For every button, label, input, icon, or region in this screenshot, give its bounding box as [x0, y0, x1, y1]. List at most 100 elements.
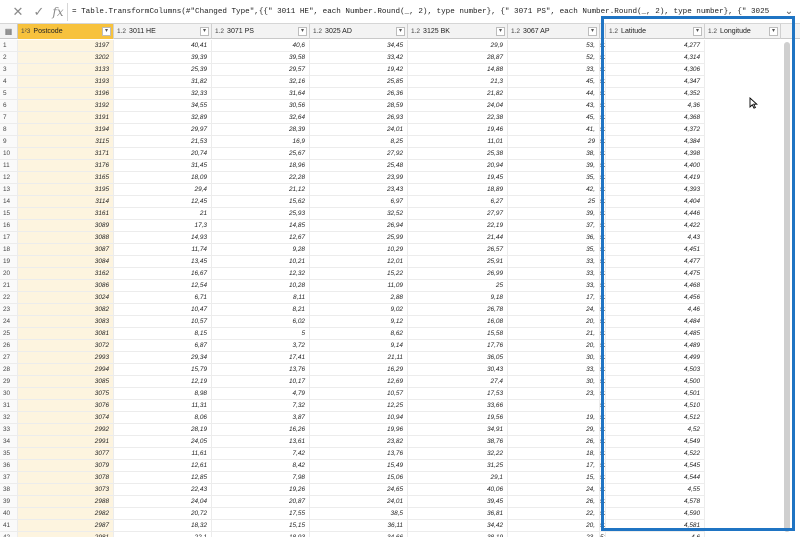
table-row[interactable]: 4319331,8232,1625,8521,345,51,870079044,…	[0, 76, 800, 88]
expand-formula-icon[interactable]: ⌄	[782, 4, 796, 20]
table-row[interactable]: 6319234,5530,5628,5924,0443,51,853748324…	[0, 100, 800, 112]
table-cell[interactable]: 3087	[18, 244, 114, 256]
table-cell[interactable]: 4,46	[606, 304, 705, 316]
table-cell[interactable]: 2994	[18, 364, 114, 376]
table-cell[interactable]: 12,67	[212, 232, 310, 244]
table-row[interactable]: 33299228,1916,2619,9634,9129,51,84875874…	[0, 424, 800, 436]
table-cell[interactable]: 19,	[508, 412, 600, 424]
table-cell[interactable]: 6,71	[114, 292, 212, 304]
table-cell[interactable]: 24,01	[310, 124, 408, 136]
table-row[interactable]: 40298220,7217,5538,536,8122,51,875625614…	[0, 508, 800, 520]
table-cell[interactable]: 18,09	[114, 172, 212, 184]
table-cell[interactable]: 15,06	[310, 472, 408, 484]
table-cell[interactable]: 3197	[18, 40, 114, 52]
table-cell[interactable]: 33,66	[408, 400, 508, 412]
table-cell[interactable]: 8,15	[114, 328, 212, 340]
table-cell[interactable]: 25	[508, 196, 600, 208]
table-cell[interactable]: 23,43	[310, 184, 408, 196]
table-cell[interactable]: 4,398	[606, 148, 705, 160]
table-cell[interactable]: 34,91	[408, 424, 508, 436]
table-cell[interactable]: 6,87	[114, 340, 212, 352]
table-row[interactable]: 37307812,857,9815,0629,115,51,891551974,…	[0, 472, 800, 484]
table-cell[interactable]: 25,38	[408, 148, 508, 160]
table-cell[interactable]: 4,512	[606, 412, 705, 424]
table-cell[interactable]: 13,76	[310, 448, 408, 460]
table-cell[interactable]: 30,43	[408, 364, 508, 376]
table-cell[interactable]: 13,76	[212, 364, 310, 376]
table-cell[interactable]: 26,78	[408, 304, 508, 316]
table-cell[interactable]: 4,581	[606, 520, 705, 532]
table-cell[interactable]: 2988	[18, 496, 114, 508]
table-cell[interactable]: 5	[212, 328, 310, 340]
table-cell[interactable]: 3194	[18, 124, 114, 136]
table-cell[interactable]: 29,1	[408, 472, 508, 484]
table-cell[interactable]: 6,27	[408, 196, 508, 208]
table-cell[interactable]: 39,58	[212, 52, 310, 64]
table-cell[interactable]: 28,59	[310, 100, 408, 112]
column-header[interactable]: 1.2 3125 BK ▾	[408, 24, 508, 39]
table-cell[interactable]: 3081	[18, 328, 114, 340]
table-cell[interactable]: 8,21	[212, 304, 310, 316]
table-row[interactable]: 36307912,618,4215,4931,2517,51,881085374…	[0, 460, 800, 472]
table-cell[interactable]: 10,21	[212, 256, 310, 268]
table-cell[interactable]: 4,404	[606, 196, 705, 208]
table-cell[interactable]: 14,85	[212, 220, 310, 232]
table-cell[interactable]: 24,65	[310, 484, 408, 496]
table-cell[interactable]: 17,3	[114, 220, 212, 232]
table-row[interactable]: 17308814,9312,6725,9921,4436,51,87482834…	[0, 232, 800, 244]
table-cell[interactable]: 9,02	[310, 304, 408, 316]
table-row[interactable]: 3230748,063,8710,9419,5619,51,896110534,…	[0, 412, 800, 424]
table-cell[interactable]: 29,34	[114, 352, 212, 364]
table-cell[interactable]: 4,451	[606, 244, 705, 256]
column-type-icon[interactable]: 1.2	[411, 24, 420, 39]
fx-icon[interactable]: fx	[50, 4, 66, 20]
table-cell[interactable]: 22,28	[212, 172, 310, 184]
table-cell[interactable]: 27,4	[408, 376, 508, 388]
table-cell[interactable]: 6,97	[310, 196, 408, 208]
column-header[interactable]: 1²3 Postcode ▾	[18, 24, 114, 39]
table-cell[interactable]: 24,04	[114, 496, 212, 508]
table-cell[interactable]: 32,16	[212, 76, 310, 88]
table-cell[interactable]: 34,45	[310, 40, 408, 52]
table-cell[interactable]: 17,	[508, 292, 600, 304]
table-row[interactable]: 2630726,873,729,1417,7620,51,903171544,4…	[0, 340, 800, 352]
table-cell[interactable]: 16,9	[212, 136, 310, 148]
table-cell[interactable]: 4,314	[606, 52, 705, 64]
table-cell[interactable]: 4,468	[606, 280, 705, 292]
table-cell[interactable]: 3193	[18, 76, 114, 88]
table-cell[interactable]: 10,47	[114, 304, 212, 316]
table-cell[interactable]: 3192	[18, 100, 114, 112]
table-cell[interactable]: 28,39	[212, 124, 310, 136]
cancel-icon[interactable]: ✕	[10, 4, 26, 20]
table-cell[interactable]: 38,19	[408, 532, 508, 537]
column-type-icon[interactable]: 1.2	[215, 24, 224, 39]
table-cell[interactable]: 26,94	[310, 220, 408, 232]
table-row[interactable]: 2320239,3939,5833,4228,8752,51,860561374…	[0, 52, 800, 64]
table-row[interactable]: 41298718,3215,1536,1134,4220,51,89035127…	[0, 520, 800, 532]
table-cell[interactable]: 21,12	[212, 184, 310, 196]
table-cell[interactable]: 4,590	[606, 508, 705, 520]
table-cell[interactable]: 4,549	[606, 436, 705, 448]
table-cell[interactable]: 33,	[508, 256, 600, 268]
table-cell[interactable]: 23,99	[310, 172, 408, 184]
table-cell[interactable]: 4,510	[606, 400, 705, 412]
table-cell[interactable]: 41,	[508, 124, 600, 136]
table-cell[interactable]: 4,544	[606, 472, 705, 484]
table-cell[interactable]: 10,17	[212, 376, 310, 388]
formula-input[interactable]: = Table.TransformColumns(#"Changed Type"…	[72, 5, 772, 19]
table-row[interactable]: 5319632,3331,6426,3621,8244,51,886901864…	[0, 88, 800, 100]
filter-dropdown-icon[interactable]: ▾	[200, 27, 209, 36]
table-row[interactable]: 11317631,4518,9625,4820,9439,51,86692429…	[0, 160, 800, 172]
table-cell[interactable]: 12,32	[212, 268, 310, 280]
table-cell[interactable]: 44,	[508, 88, 600, 100]
table-cell[interactable]: 23,	[508, 532, 600, 537]
table-cell[interactable]: 34,42	[408, 520, 508, 532]
table-cell[interactable]: 21,53	[114, 136, 212, 148]
table-cell[interactable]: 2991	[18, 436, 114, 448]
table-cell[interactable]: 31,45	[114, 160, 212, 172]
table-cell[interactable]: 7,98	[212, 472, 310, 484]
table-cell[interactable]: 8,98	[114, 388, 212, 400]
table-row[interactable]: 2230246,718,112,889,1817,51,905345924,45…	[0, 292, 800, 304]
table-cell[interactable]: 26,57	[408, 244, 508, 256]
filter-dropdown-icon[interactable]: ▾	[693, 27, 702, 36]
